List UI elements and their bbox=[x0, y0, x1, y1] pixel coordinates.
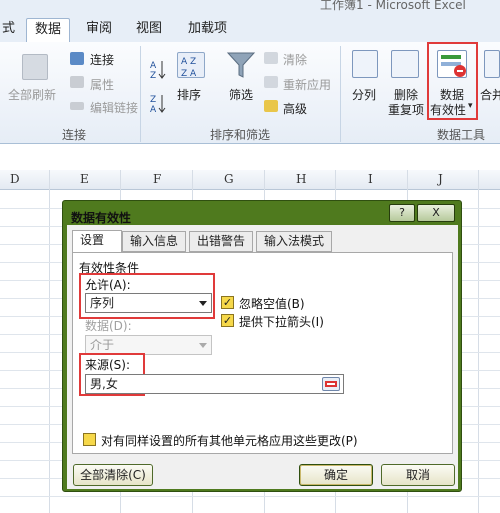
in-cell-dropdown-checkbox[interactable]: ✓ bbox=[221, 314, 234, 327]
text-to-columns-label: 分列 bbox=[352, 88, 377, 102]
allow-value: 序列 bbox=[90, 296, 115, 310]
svg-text:A Z: A Z bbox=[181, 57, 196, 67]
cancel-button[interactable]: 取消 bbox=[381, 464, 455, 486]
in-cell-dropdown-label: 提供下拉箭头(I) bbox=[239, 315, 324, 329]
remove-duplicates-icon bbox=[391, 50, 419, 78]
filter-icon bbox=[226, 50, 256, 80]
sort-label: 排序 bbox=[177, 88, 202, 102]
chevron-down-icon bbox=[199, 343, 207, 348]
clear-filter-label: 清除 bbox=[283, 53, 308, 67]
filter-label: 筛选 bbox=[229, 88, 254, 102]
text-to-columns-icon bbox=[352, 50, 378, 78]
edit-links-icon bbox=[70, 102, 84, 110]
group-separator bbox=[340, 46, 341, 142]
tab-ime-mode[interactable]: 输入法模式 bbox=[256, 231, 333, 252]
source-value: 男,女 bbox=[90, 377, 118, 391]
connections-group-label: 连接 bbox=[62, 128, 87, 142]
column-headers: D E F G H I J bbox=[0, 170, 500, 190]
column-header-g[interactable]: G bbox=[224, 172, 234, 186]
grid-line bbox=[0, 496, 500, 497]
data-validation-icon bbox=[437, 50, 467, 78]
tab-error-alert[interactable]: 出错警告 bbox=[189, 231, 254, 252]
ignore-blank-checkbox[interactable]: ✓ bbox=[221, 296, 234, 309]
consolidate-label: 合并 bbox=[480, 88, 500, 102]
data-validation-dialog: 数据有效性 ? X 设置 输入信息 出错警告 输入法模式 有效性条件 允许(A)… bbox=[62, 200, 462, 492]
source-label: 来源(S): bbox=[85, 358, 131, 372]
tab-input-message[interactable]: 输入信息 bbox=[122, 231, 187, 252]
svg-text:Z: Z bbox=[150, 71, 156, 80]
source-input[interactable]: 男,女 bbox=[85, 374, 344, 394]
data-validation-label-2: 有效性 bbox=[430, 103, 467, 117]
clear-filter-icon bbox=[264, 52, 278, 64]
chevron-down-icon: ▾ bbox=[468, 101, 473, 111]
data-value: 介于 bbox=[90, 338, 115, 352]
app-title: 工作簿1 - Microsoft Excel bbox=[320, 0, 466, 12]
reapply-icon bbox=[264, 76, 278, 88]
close-button[interactable]: X bbox=[417, 204, 455, 222]
grid-line bbox=[478, 170, 479, 513]
allow-select[interactable]: 序列 bbox=[85, 293, 212, 313]
ignore-blank-label: 忽略空值(B) bbox=[239, 297, 305, 311]
data-label: 数据(D): bbox=[85, 319, 132, 333]
svg-text:A: A bbox=[150, 105, 157, 114]
grid-line bbox=[49, 170, 50, 513]
svg-text:Z: Z bbox=[150, 95, 156, 105]
sort-filter-group-label: 排序和筛选 bbox=[210, 128, 271, 142]
connections-icon bbox=[70, 52, 84, 65]
tab-settings[interactable]: 设置 bbox=[72, 230, 122, 253]
tab-view[interactable]: 视图 bbox=[128, 18, 170, 42]
chevron-down-icon bbox=[199, 301, 207, 306]
advanced-filter-label: 高级 bbox=[283, 102, 308, 116]
tab-review[interactable]: 审阅 bbox=[78, 18, 120, 42]
formula-area bbox=[0, 144, 500, 170]
ribbon: 全部刷新 连接 属性 编辑链接 连接 AZ ZA A ZZ A 排序 筛选 清除… bbox=[0, 42, 500, 144]
tab-addins[interactable]: 加载项 bbox=[180, 18, 235, 42]
apply-all-label: 对有同样设置的所有其他单元格应用这些更改(P) bbox=[101, 434, 358, 448]
range-select-icon[interactable] bbox=[322, 377, 340, 391]
refresh-icon bbox=[22, 54, 48, 80]
settings-panel: 有效性条件 允许(A): 序列 ✓ 忽略空值(B) ✓ 提供下拉箭头(I) 数据… bbox=[72, 252, 453, 454]
advanced-filter-icon bbox=[264, 100, 278, 112]
properties-label: 属性 bbox=[90, 78, 115, 92]
column-header-i[interactable]: I bbox=[368, 172, 373, 186]
apply-all-checkbox[interactable] bbox=[83, 433, 96, 446]
edit-links-label: 编辑链接 bbox=[90, 101, 139, 115]
tab-data[interactable]: 数据 bbox=[26, 18, 71, 42]
sort-ascending-icon[interactable]: AZ bbox=[150, 58, 166, 81]
connections-label: 连接 bbox=[90, 53, 115, 67]
svg-text:Z A: Z A bbox=[181, 69, 197, 79]
help-button[interactable]: ? bbox=[389, 204, 415, 222]
column-header-e[interactable]: E bbox=[80, 172, 89, 186]
remove-duplicates-label-2: 重复项 bbox=[388, 103, 425, 117]
consolidate-icon bbox=[484, 50, 500, 78]
clear-all-button[interactable]: 全部清除(C) bbox=[73, 464, 153, 486]
data-tools-group-label: 数据工具 bbox=[437, 128, 486, 142]
group-separator bbox=[140, 46, 141, 142]
dialog-title: 数据有效性 bbox=[71, 211, 132, 225]
properties-icon bbox=[70, 76, 84, 88]
svg-text:A: A bbox=[150, 61, 157, 71]
sort-icon: A Z Z A bbox=[177, 52, 205, 79]
ok-button[interactable]: 确定 bbox=[299, 464, 373, 486]
column-header-j[interactable]: J bbox=[438, 172, 443, 186]
title-bar: 工作簿1 - Microsoft Excel bbox=[0, 0, 500, 14]
data-select: 介于 bbox=[85, 335, 212, 355]
column-header-h[interactable]: H bbox=[296, 172, 306, 186]
tab-partial[interactable]: 式 bbox=[0, 18, 23, 42]
column-header-f[interactable]: F bbox=[153, 172, 161, 186]
dialog-body: 设置 输入信息 出错警告 输入法模式 有效性条件 允许(A): 序列 ✓ 忽略空… bbox=[67, 225, 458, 489]
allow-label: 允许(A): bbox=[85, 278, 131, 292]
refresh-all-label: 全部刷新 bbox=[8, 88, 57, 102]
ribbon-tabs: 式 数据 审阅 视图 加载项 bbox=[0, 14, 500, 42]
sort-descending-icon[interactable]: ZA bbox=[150, 92, 166, 115]
column-header-d[interactable]: D bbox=[10, 172, 20, 186]
reapply-label: 重新应用 bbox=[283, 78, 332, 92]
